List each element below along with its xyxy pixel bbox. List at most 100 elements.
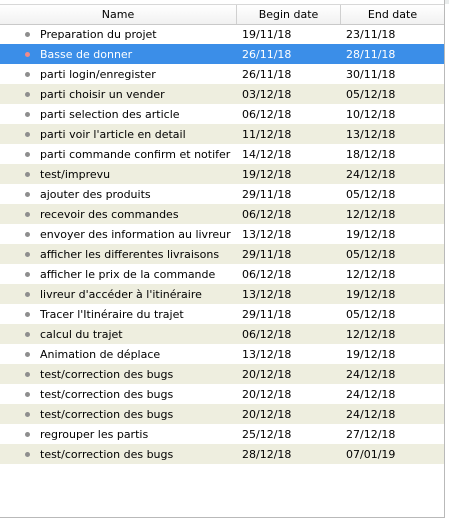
- task-name-cell: parti voir l'article en detail: [40, 127, 186, 141]
- table-row[interactable]: ajouter des produits 29/11/18 05/12/18: [0, 184, 444, 204]
- task-begin-date-cell: 06/12/18: [242, 207, 292, 221]
- task-end-date-cell: 12/12/18: [346, 327, 396, 341]
- column-header-name[interactable]: Name: [0, 5, 237, 24]
- task-begin-date-cell: 28/12/18: [242, 447, 292, 461]
- task-name-cell: parti login/enregister: [40, 67, 156, 81]
- task-name-cell: livreur d'accéder à l'itinéraire: [40, 287, 202, 301]
- table-row[interactable]: livreur d'accéder à l'itinéraire 13/12/18…: [0, 284, 444, 304]
- task-begin-date-cell: 06/12/18: [242, 327, 292, 341]
- task-end-date-cell: 24/12/18: [346, 407, 396, 421]
- column-header-begin-date[interactable]: Begin date: [237, 5, 341, 24]
- task-bullet-icon: [25, 431, 30, 437]
- task-bullet-icon: [25, 171, 30, 177]
- task-name-cell: afficher le prix de la commande: [40, 267, 216, 281]
- task-bullet-icon: [25, 31, 30, 37]
- task-name-cell: Preparation du projet: [40, 27, 157, 41]
- task-end-date-cell: 19/12/18: [346, 227, 396, 241]
- task-name-cell: afficher les differentes livraisons: [40, 247, 220, 261]
- task-end-date-cell: 27/12/18: [346, 427, 396, 441]
- task-bullet-icon: [25, 151, 30, 157]
- task-end-date-cell: 18/12/18: [346, 147, 396, 161]
- task-name-cell: test/correction des bugs: [40, 367, 174, 381]
- task-name-cell: test/correction des bugs: [40, 387, 174, 401]
- task-name-cell: Animation de déplace: [40, 347, 161, 361]
- table-row[interactable]: test/imprevu 19/12/18 24/12/18: [0, 164, 444, 184]
- task-begin-date-cell: 29/11/18: [242, 247, 292, 261]
- task-end-date-cell: 13/12/18: [346, 127, 396, 141]
- table-row[interactable]: parti login/enregister 26/11/18 30/11/18: [0, 64, 444, 84]
- task-begin-date-cell: 20/12/18: [242, 367, 292, 381]
- task-end-date-cell: 30/11/18: [346, 67, 396, 81]
- task-begin-date-cell: 20/12/18: [242, 387, 292, 401]
- task-end-date-cell: 05/12/18: [346, 307, 396, 321]
- table-row[interactable]: test/correction des bugs 20/12/18 24/12/18: [0, 384, 444, 404]
- task-begin-date-cell: 19/11/18: [242, 27, 292, 41]
- task-bullet-icon: [25, 71, 30, 77]
- task-name-cell: calcul du trajet: [40, 327, 123, 341]
- table-row[interactable]: envoyer des information au livreur 13/12/…: [0, 224, 444, 244]
- table-row[interactable]: parti voir l'article en detail 11/12/18 13…: [0, 124, 444, 144]
- task-name-cell: test/correction des bugs: [40, 447, 174, 461]
- task-end-date-cell: 05/12/18: [346, 187, 396, 201]
- task-name-cell: ajouter des produits: [40, 187, 151, 201]
- table-row[interactable]: test/correction des bugs 28/12/18 07/01/19: [0, 444, 444, 464]
- task-bullet-icon: [25, 91, 30, 97]
- task-bullet-icon: [25, 191, 30, 197]
- task-bullet-icon: [25, 131, 30, 137]
- task-end-date-cell: 12/12/18: [346, 267, 396, 281]
- task-bullet-icon: [25, 371, 30, 377]
- task-bullet-icon: [25, 271, 30, 277]
- task-begin-date-cell: 19/12/18: [242, 167, 292, 181]
- task-bullet-icon: [25, 351, 30, 357]
- task-bullet-icon: [25, 331, 30, 337]
- task-begin-date-cell: 06/12/18: [242, 107, 292, 121]
- task-end-date-cell: 24/12/18: [346, 387, 396, 401]
- task-begin-date-cell: 26/11/18: [242, 67, 292, 81]
- table-row[interactable]: calcul du trajet 06/12/18 12/12/18: [0, 324, 444, 344]
- task-end-date-cell: 10/12/18: [346, 107, 396, 121]
- task-end-date-cell: 07/01/19: [346, 447, 396, 461]
- task-name-cell: Basse de donner: [40, 47, 133, 61]
- table-row[interactable]: test/correction des bugs 20/12/18 24/12/18: [0, 404, 444, 424]
- table-row[interactable]: parti selection des article 06/12/18 10/12…: [0, 104, 444, 124]
- task-name-cell: recevoir des commandes: [40, 207, 179, 221]
- task-end-date-cell: 12/12/18: [346, 207, 396, 221]
- task-bullet-icon: [25, 411, 30, 417]
- task-begin-date-cell: 29/11/18: [242, 187, 292, 201]
- table-row[interactable]: Tracer l'Itinéraire du trajet 29/11/18 05/…: [0, 304, 444, 324]
- task-begin-date-cell: 13/12/18: [242, 227, 292, 241]
- table-row[interactable]: recevoir des commandes 06/12/18 12/12/18: [0, 204, 444, 224]
- task-bullet-icon: [25, 291, 30, 297]
- table-row[interactable]: Animation de déplace 13/12/18 19/12/18: [0, 344, 444, 364]
- task-end-date-cell: 05/12/18: [346, 247, 396, 261]
- task-bullet-icon: [25, 211, 30, 217]
- task-name-cell: test/imprevu: [40, 167, 111, 181]
- task-begin-date-cell: 13/12/18: [242, 347, 292, 361]
- task-bullet-icon: [25, 311, 30, 317]
- task-table: Name Begin date End date Preparation du …: [0, 0, 445, 518]
- table-row[interactable]: afficher les differentes livraisons 29/11…: [0, 244, 444, 264]
- table-row[interactable]: Preparation du projet 19/11/18 23/11/18: [0, 24, 444, 44]
- task-end-date-cell: 19/12/18: [346, 347, 396, 361]
- table-row[interactable]: parti choisir un vender 03/12/18 05/12/18: [0, 84, 444, 104]
- task-bullet-icon: [25, 451, 30, 457]
- task-end-date-cell: 19/12/18: [346, 287, 396, 301]
- task-bullet-icon: [25, 391, 30, 397]
- task-name-cell: parti selection des article: [40, 107, 180, 121]
- table-row[interactable]: Basse de donner 26/11/18 28/11/18: [0, 44, 444, 64]
- task-name-cell: regrouper les partis: [40, 427, 149, 441]
- table-row[interactable]: test/correction des bugs 20/12/18 24/12/18: [0, 364, 444, 384]
- table-body: Preparation du projet 19/11/18 23/11/18 Bas…: [0, 24, 444, 464]
- task-end-date-cell: 05/12/18: [346, 87, 396, 101]
- task-begin-date-cell: 26/11/18: [242, 47, 292, 61]
- task-begin-date-cell: 29/11/18: [242, 307, 292, 321]
- table-row[interactable]: parti commande confirm et notifer 14/12/1…: [0, 144, 444, 164]
- task-end-date-cell: 24/12/18: [346, 367, 396, 381]
- table-row[interactable]: afficher le prix de la commande 06/12/18 1…: [0, 264, 444, 284]
- task-begin-date-cell: 13/12/18: [242, 287, 292, 301]
- task-name-cell: envoyer des information au livreur: [40, 227, 231, 241]
- task-begin-date-cell: 11/12/18: [242, 127, 292, 141]
- task-name-cell: Tracer l'Itinéraire du trajet: [40, 307, 184, 321]
- column-header-end-date[interactable]: End date: [341, 5, 444, 24]
- table-row[interactable]: regrouper les partis 25/12/18 27/12/18: [0, 424, 444, 444]
